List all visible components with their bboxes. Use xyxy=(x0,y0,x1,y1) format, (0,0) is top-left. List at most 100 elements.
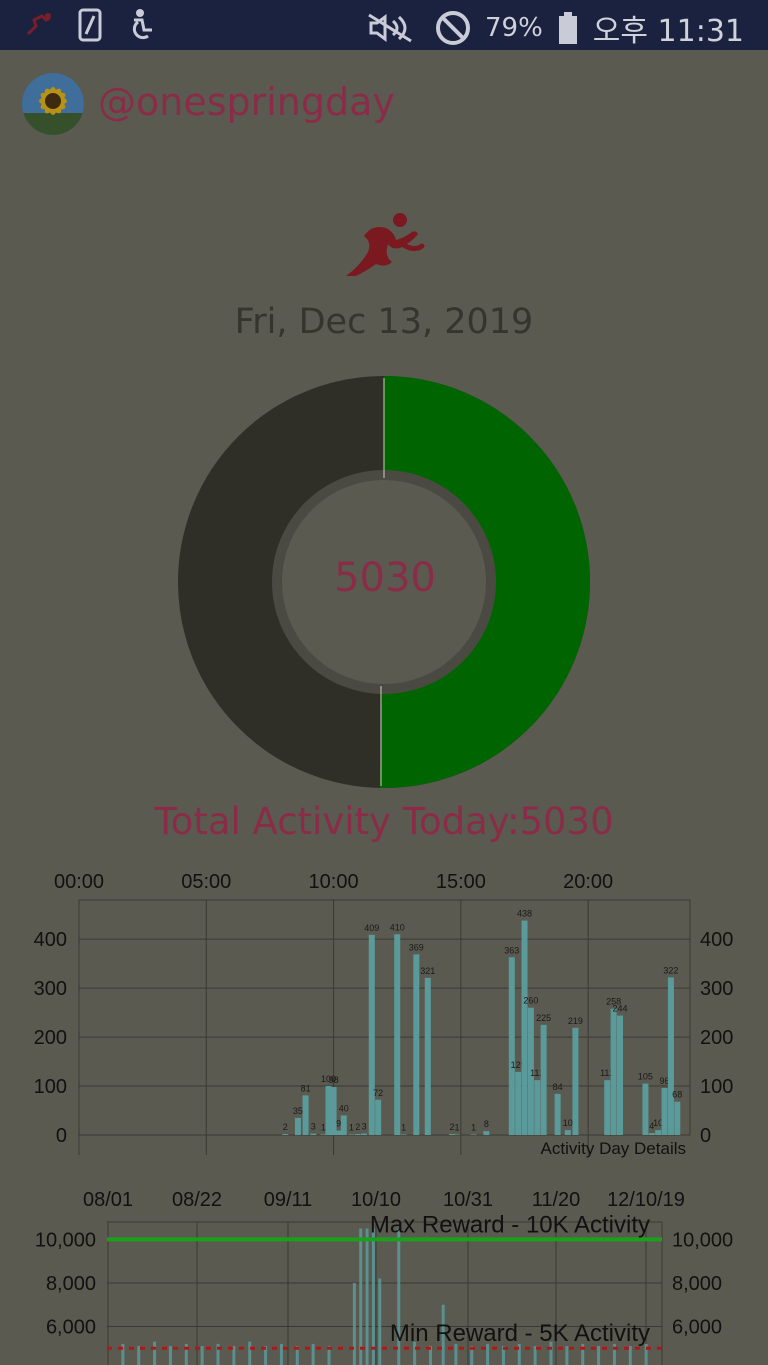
y-tick-label-left: 200 xyxy=(34,1027,67,1049)
bar-value-label: 410 xyxy=(390,922,405,932)
activity-bar xyxy=(610,1008,617,1135)
activity-bar xyxy=(667,977,674,1135)
activity-bar xyxy=(655,1130,662,1135)
bar-value-label: 322 xyxy=(663,965,678,975)
bar-value-label: 3 xyxy=(311,1122,316,1132)
x-tick-label: 15:00 xyxy=(436,871,486,893)
bar-value-label: 40 xyxy=(339,1103,349,1113)
activity-bar xyxy=(564,1130,571,1135)
bar-value-label: 225 xyxy=(536,1013,551,1023)
plot-frame xyxy=(78,899,691,1136)
history-bar xyxy=(597,1346,601,1365)
phone-icon xyxy=(78,8,102,42)
bar-value-label: 81 xyxy=(301,1083,311,1093)
y-tick-label-right: 100 xyxy=(700,1076,733,1098)
bar-value-label: 409 xyxy=(364,923,379,933)
activity-bar xyxy=(661,1088,668,1135)
activity-bar xyxy=(424,977,431,1135)
status-right: 79% 오후 11:31 xyxy=(367,6,744,50)
avatar[interactable] xyxy=(22,73,84,135)
bar-value-label: 2 xyxy=(283,1122,288,1132)
accessibility-icon xyxy=(132,9,152,40)
do-not-disturb-icon xyxy=(436,11,470,45)
min-reward-label: Min Reward - 5K Activity xyxy=(390,1320,650,1347)
y-tick-label-right: 300 xyxy=(700,978,733,1000)
y-tick-label-left: 6,000 xyxy=(46,1316,96,1338)
bar-value-label: 1 xyxy=(455,1123,460,1133)
history-bar xyxy=(565,1346,569,1365)
history-bar xyxy=(137,1346,141,1365)
bar-value-label: 68 xyxy=(672,1090,682,1100)
activity-bar xyxy=(515,1071,522,1135)
date-label: Fri, Dec 13, 2019 xyxy=(234,302,534,342)
bar-value-label: 244 xyxy=(612,1004,627,1014)
x-tick-label: 12/10/19 xyxy=(607,1189,685,1211)
activity-bar xyxy=(534,1080,541,1135)
status-time: 오후 11:31 xyxy=(592,14,744,49)
bar-value-label: 321 xyxy=(420,966,435,976)
app-runner-icon xyxy=(26,13,51,36)
bar-value-label: 363 xyxy=(504,945,519,955)
bar-value-label: 369 xyxy=(409,942,424,952)
center-value: 5030 xyxy=(334,555,436,601)
activity-bar xyxy=(483,1131,490,1135)
bar-value-label: 260 xyxy=(523,996,538,1006)
bar-value-label: 219 xyxy=(568,1016,583,1026)
history-bar xyxy=(248,1341,252,1365)
activity-history-chart: 08/01 08/22 09/11 10/10 10/31 11/20 12/10/19 6,… xyxy=(35,1189,733,1365)
bar-value-label: 105 xyxy=(638,1072,653,1082)
status-bar: 79% 오후 11:31 xyxy=(0,0,768,50)
y-tick-label-right: 400 xyxy=(700,929,733,951)
x-tick-label: 08/22 xyxy=(172,1189,222,1211)
activity-bar xyxy=(572,1027,579,1135)
x-tick-label: 00:00 xyxy=(54,871,104,893)
max-reward-label: Max Reward - 10K Activity xyxy=(370,1211,650,1238)
activity-bar xyxy=(604,1080,611,1135)
activity-bar xyxy=(508,957,515,1135)
username: @onespringday xyxy=(98,80,395,124)
activity-bar xyxy=(616,1015,623,1135)
activity-bar xyxy=(521,920,528,1135)
chart-title: Activity Day Details xyxy=(541,1139,686,1158)
bar-value-label: 8 xyxy=(484,1119,489,1129)
activity-day-chart: 00:00 05:00 10:00 15:00 20:00 0 0 100 100 200 200 3… xyxy=(34,871,734,1158)
x-tick-label: 11/20 xyxy=(532,1189,581,1211)
activity-bar xyxy=(361,1133,368,1135)
y-tick-label-left: 400 xyxy=(34,929,67,951)
bar-value-label: 84 xyxy=(553,1082,563,1092)
history-bar xyxy=(371,1228,375,1365)
activity-bar xyxy=(648,1133,655,1135)
y-tick-label-right: 200 xyxy=(700,1027,733,1049)
bar-value-label: 72 xyxy=(373,1088,383,1098)
bar-value-label: 98 xyxy=(329,1075,339,1085)
x-tick-label: 10:00 xyxy=(309,871,359,893)
y-tick-label-left: 0 xyxy=(56,1125,67,1147)
activity-bar xyxy=(674,1101,681,1135)
y-tick-label-right: 10,000 xyxy=(672,1229,733,1251)
activity-bar xyxy=(282,1134,289,1135)
y-tick-label-right: 6,000 xyxy=(672,1316,722,1338)
x-tick-label: 20:00 xyxy=(563,871,613,893)
activity-bar xyxy=(540,1024,547,1135)
bar-value-label: 1 xyxy=(321,1123,326,1133)
y-tick-label-left: 10,000 xyxy=(35,1229,96,1251)
activity-bar xyxy=(394,934,401,1135)
activity-bar xyxy=(554,1093,561,1135)
x-tick-label: 05:00 xyxy=(181,871,231,893)
bar-value-label: 1 xyxy=(401,1123,406,1133)
bar-value-label: 1 xyxy=(349,1123,354,1133)
total-activity-label: Total Activity Today:5030 xyxy=(154,800,614,843)
bar-value-label: 1 xyxy=(471,1123,476,1133)
history-bar xyxy=(378,1278,382,1365)
history-bar xyxy=(628,1346,632,1365)
history-bar xyxy=(279,1343,283,1365)
history-bar xyxy=(153,1341,157,1365)
y-tick-label-right: 0 xyxy=(700,1125,711,1147)
activity-bar xyxy=(310,1133,317,1135)
bar-value-label: 10 xyxy=(563,1118,573,1128)
y-tick-label-right: 8,000 xyxy=(672,1273,722,1295)
runner-icon xyxy=(346,213,425,276)
activity-bar xyxy=(368,934,375,1135)
history-bar xyxy=(359,1228,363,1365)
bar-value-label: 2 xyxy=(355,1122,360,1132)
